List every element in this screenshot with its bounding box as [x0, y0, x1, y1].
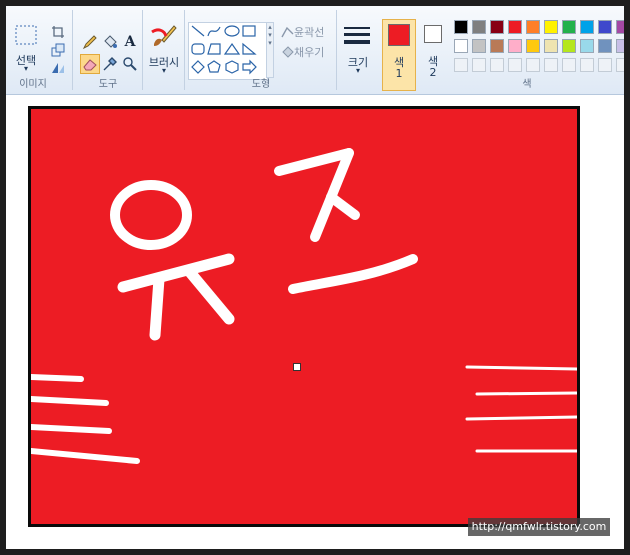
- watermark: http://qmfwlr.tistory.com: [468, 518, 610, 536]
- separator: [72, 10, 73, 90]
- chevron-down-icon[interactable]: ▾: [16, 64, 36, 73]
- color2-label-line2: 2: [429, 66, 437, 79]
- palette-color[interactable]: [580, 20, 594, 34]
- ribbon: 선택 ▾ 이미지 A 도구 브러시 ▾ ▴ ▾ ▾ 윤곽선 채우기 도형 크기 …: [6, 6, 624, 95]
- palette-color[interactable]: [544, 39, 558, 53]
- fill-bucket-icon[interactable]: [100, 32, 120, 52]
- shapes-group: ▴ ▾ ▾ 윤곽선 채우기 도형: [188, 8, 334, 92]
- colors-group: 색: [452, 8, 624, 92]
- separator: [336, 10, 337, 90]
- canvas-resize-handle[interactable]: [293, 363, 301, 371]
- colors-group-label: 색: [522, 79, 532, 90]
- chevron-down-icon[interactable]: ▾: [154, 66, 174, 75]
- palette-color[interactable]: [454, 39, 468, 53]
- palette-color[interactable]: [490, 20, 504, 34]
- color1-label-line2: 1: [395, 67, 403, 80]
- freehand-strokes: [31, 148, 577, 464]
- color2-swatch: [424, 25, 442, 43]
- shapes-gallery[interactable]: [188, 22, 268, 80]
- size-group: 크기 ▾: [338, 8, 378, 92]
- palette-color[interactable]: [616, 39, 624, 53]
- image-group: 선택 ▾ 이미지: [10, 8, 70, 92]
- custom-color-slot[interactable]: [598, 58, 612, 72]
- palette-color[interactable]: [472, 20, 486, 34]
- palette-color[interactable]: [598, 39, 612, 53]
- shapes-group-label: 도형: [251, 79, 271, 90]
- brush-group: 브러시 ▾: [144, 8, 184, 92]
- palette-color[interactable]: [562, 39, 576, 53]
- pencil-icon[interactable]: [80, 32, 100, 52]
- color1-button[interactable]: 색 1: [382, 19, 416, 91]
- color1-swatch: [388, 24, 410, 46]
- palette-color[interactable]: [508, 39, 522, 53]
- separator: [142, 10, 143, 90]
- custom-color-slot[interactable]: [616, 58, 624, 72]
- custom-color-slot[interactable]: [526, 58, 540, 72]
- palette-color[interactable]: [490, 39, 504, 53]
- palette-color[interactable]: [472, 39, 486, 53]
- line-size-icon[interactable]: [342, 22, 372, 50]
- fill-button-label[interactable]: 채우기: [294, 44, 340, 60]
- resize-icon[interactable]: [48, 40, 68, 60]
- eraser-icon[interactable]: [80, 54, 100, 74]
- palette-color[interactable]: [454, 20, 468, 34]
- image-group-label: 이미지: [19, 79, 47, 90]
- shapes-scroll[interactable]: ▴ ▾ ▾: [266, 22, 274, 78]
- palette-color[interactable]: [526, 39, 540, 53]
- custom-color-slot[interactable]: [454, 58, 468, 72]
- custom-color-slot[interactable]: [580, 58, 594, 72]
- chevron-down-icon[interactable]: ▾: [348, 66, 368, 75]
- brush-icon[interactable]: [150, 22, 178, 50]
- palette-color[interactable]: [544, 20, 558, 34]
- separator: [184, 10, 185, 90]
- palette-color[interactable]: [616, 20, 624, 34]
- custom-color-slot[interactable]: [472, 58, 486, 72]
- custom-color-slot[interactable]: [508, 58, 522, 72]
- text-tool-icon[interactable]: A: [120, 32, 140, 52]
- palette-color[interactable]: [526, 20, 540, 34]
- drawing-canvas[interactable]: 유즈: [28, 106, 580, 527]
- tools-group-label: 도구: [98, 79, 118, 90]
- palette-color[interactable]: [508, 20, 522, 34]
- color-picker-icon[interactable]: [100, 54, 120, 74]
- canvas-area[interactable]: 유즈: [6, 95, 624, 549]
- palette-color[interactable]: [598, 20, 612, 34]
- custom-color-slot[interactable]: [544, 58, 558, 72]
- tools-group: A 도구: [76, 8, 140, 92]
- magnifier-icon[interactable]: [120, 54, 140, 74]
- palette-color[interactable]: [562, 20, 576, 34]
- palette-color[interactable]: [580, 39, 594, 53]
- outline-button-label[interactable]: 윤곽선: [294, 24, 340, 40]
- color2-button[interactable]: 색 2: [420, 19, 448, 103]
- select-icon[interactable]: [14, 24, 38, 46]
- custom-color-slot[interactable]: [562, 58, 576, 72]
- paint-window: 선택 ▾ 이미지 A 도구 브러시 ▾ ▴ ▾ ▾ 윤곽선 채우기 도형 크기 …: [6, 6, 624, 549]
- custom-color-slot[interactable]: [490, 58, 504, 72]
- crop-icon[interactable]: [48, 22, 68, 42]
